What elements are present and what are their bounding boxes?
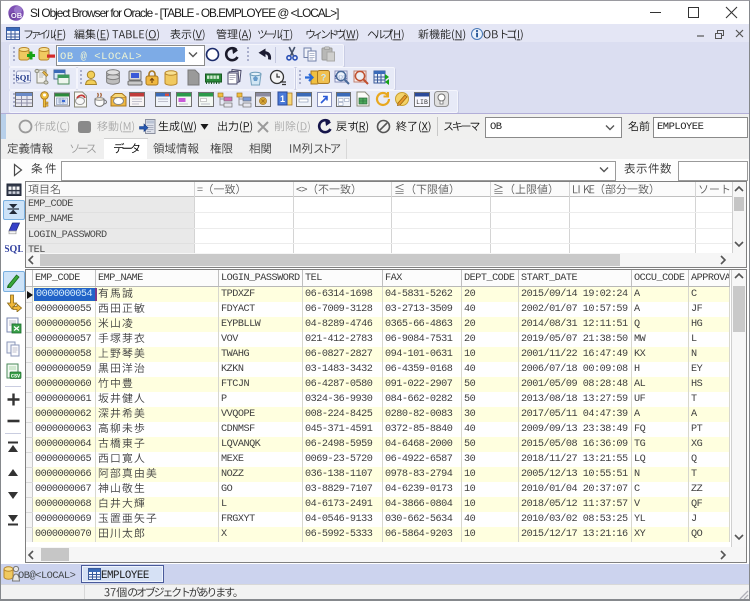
svg-text:SQL: SQL	[16, 73, 31, 83]
svg-text:LIB: LIB	[416, 99, 428, 106]
svg-text:?: ?	[321, 73, 327, 83]
svg-text:OB: OB	[11, 11, 23, 20]
svg-text:1: 1	[280, 94, 285, 104]
svg-text:CSV: CSV	[11, 373, 21, 379]
svg-text:SQL: SQL	[5, 244, 23, 255]
